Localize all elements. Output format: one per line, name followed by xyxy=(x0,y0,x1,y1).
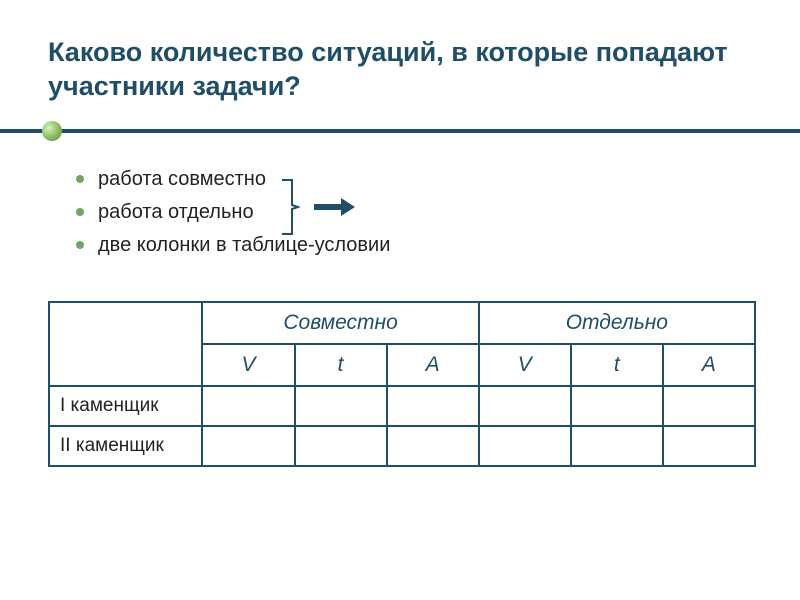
table-corner xyxy=(49,302,202,386)
table-col-header: V xyxy=(479,344,571,386)
table-cell xyxy=(387,386,479,426)
arrow-right-icon xyxy=(314,204,342,210)
table-row: I каменщик xyxy=(49,386,755,426)
table-cell xyxy=(571,386,663,426)
table-cell xyxy=(571,426,663,466)
table-cell xyxy=(202,386,294,426)
bullet-list: работа совместно работа отдельно две кол… xyxy=(76,168,756,257)
list-item: работа отдельно xyxy=(76,201,756,224)
table-cell xyxy=(295,386,387,426)
condition-table: Совместно Отдельно V t A V t A I каменщи… xyxy=(48,301,756,467)
table-row: II каменщик xyxy=(49,426,755,466)
table-cell xyxy=(479,386,571,426)
table-col-header: A xyxy=(387,344,479,386)
bullet-icon xyxy=(76,208,84,216)
table-group-header: Совместно xyxy=(202,302,478,344)
table-group-header: Отдельно xyxy=(479,302,755,344)
table-col-header: t xyxy=(295,344,387,386)
list-text: две колонки в таблице-условии xyxy=(98,234,390,257)
table-cell xyxy=(295,426,387,466)
table-cell xyxy=(387,426,479,466)
table-col-header: A xyxy=(663,344,755,386)
list-item: работа совместно xyxy=(76,168,756,191)
list-text: работа совместно xyxy=(98,168,266,191)
bullet-icon xyxy=(76,175,84,183)
table-cell xyxy=(202,426,294,466)
table-row-label: II каменщик xyxy=(49,426,202,466)
divider xyxy=(48,122,756,140)
bracket-arrow xyxy=(280,178,342,236)
accent-ball-icon xyxy=(42,121,62,141)
slide-title: Каково количество ситуаций, в которые по… xyxy=(48,36,756,104)
list-text: работа отдельно xyxy=(98,201,254,224)
bullet-icon xyxy=(76,241,84,249)
table-cell xyxy=(479,426,571,466)
table-col-header: V xyxy=(202,344,294,386)
list-item: две колонки в таблице-условии xyxy=(76,234,756,257)
table-cell xyxy=(663,426,755,466)
table-row-label: I каменщик xyxy=(49,386,202,426)
table-cell xyxy=(663,386,755,426)
table-col-header: t xyxy=(571,344,663,386)
bracket-icon xyxy=(280,178,300,236)
